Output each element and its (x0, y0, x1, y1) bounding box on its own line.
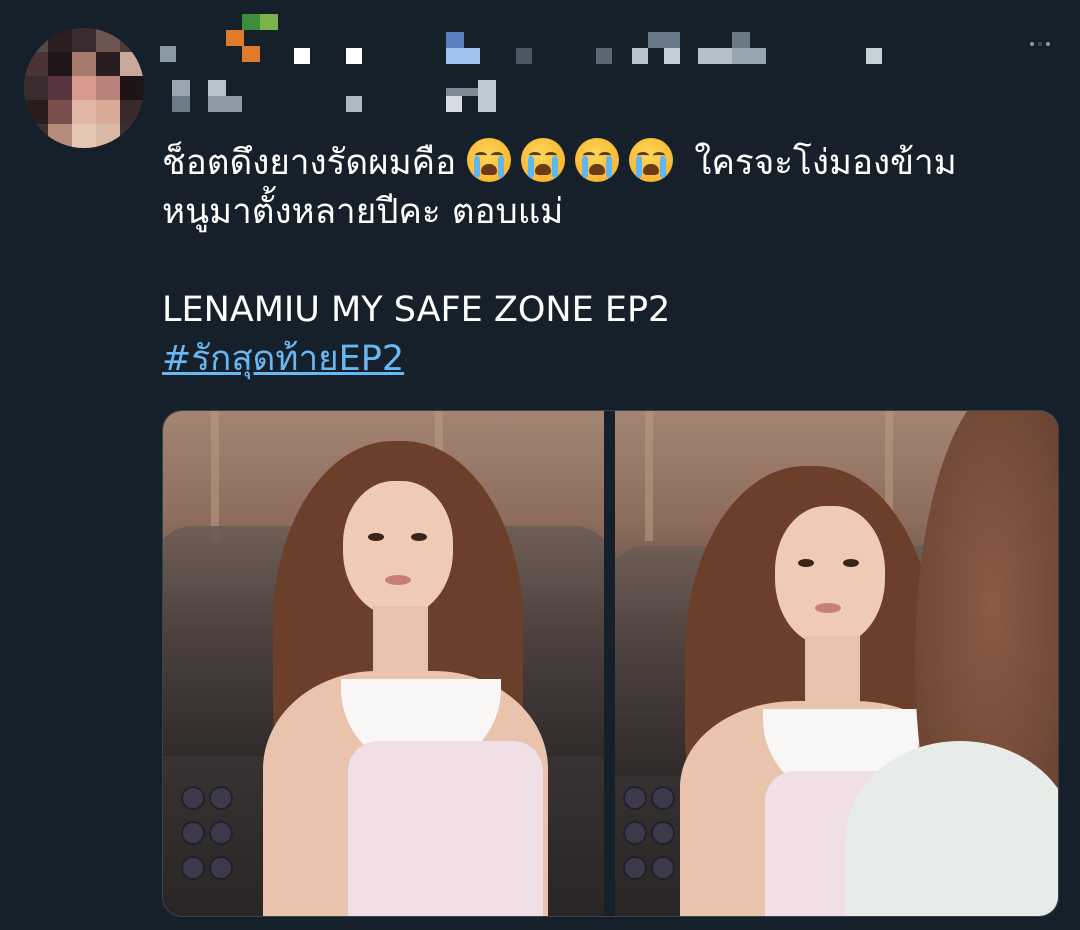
display-name-pixelated[interactable] (160, 12, 900, 68)
crying-emoji-icon (467, 138, 512, 182)
tweet-line-2: หนูมาตั้งหลายปีคะ ตอบแม่ (162, 192, 564, 232)
apron (348, 741, 543, 916)
face (343, 481, 453, 616)
face (775, 506, 885, 646)
more-options-icon[interactable] (1030, 38, 1056, 50)
hashtag-line: #รักสุดท้ายEP2 (162, 335, 1042, 384)
media-image-left[interactable] (163, 411, 604, 916)
tweet: ช็อตดึงยางรัดผมคือ ใครจะโง่มองข้าม หนูมา… (0, 0, 1080, 930)
tweet-text: ช็อตดึงยางรัดผมคือ ใครจะโง่มองข้าม หนูมา… (162, 138, 1042, 384)
handle-pixelated[interactable] (160, 78, 500, 114)
hashtag-link[interactable]: #รักสุดท้ายEP2 (162, 339, 404, 379)
crying-emoji-icon (521, 138, 566, 182)
stove-knobs (181, 776, 251, 916)
line-spacer (162, 237, 1042, 286)
tweet-line-3: LENAMIU MY SAFE ZONE EP2 (162, 290, 671, 330)
tweet-line-1: ช็อตดึงยางรัดผมคือ ใครจะโง่มองข้าม (162, 138, 1042, 188)
avatar[interactable] (24, 28, 144, 148)
tweet-text-part-1: ช็อตดึงยางรัดผมคือ (162, 143, 457, 183)
tweet-text-part-2: ใครจะโง่มองข้าม (694, 143, 957, 183)
crying-emoji-icon (629, 138, 674, 182)
media-grid (162, 410, 1059, 917)
crying-emoji-icon (575, 138, 620, 182)
media-image-right[interactable] (615, 411, 1058, 916)
